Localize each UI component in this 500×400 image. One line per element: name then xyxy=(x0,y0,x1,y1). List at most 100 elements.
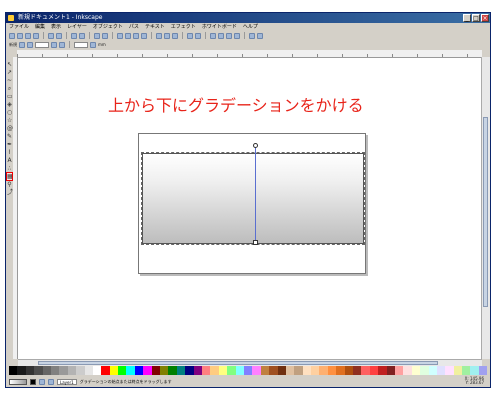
palette-swatch[interactable] xyxy=(260,366,270,375)
palette-swatch[interactable] xyxy=(462,366,471,375)
palette-swatch[interactable] xyxy=(353,366,362,375)
palette-swatch[interactable] xyxy=(17,366,26,375)
menu-edit[interactable]: 編集 xyxy=(35,23,45,31)
close-button[interactable]: × xyxy=(481,14,489,22)
zoom-tool-icon[interactable]: ⌕ xyxy=(7,85,12,92)
palette-swatch[interactable] xyxy=(252,366,261,375)
minimize-button[interactable]: _ xyxy=(463,14,471,22)
palette-swatch[interactable] xyxy=(67,366,77,375)
pen-tool-icon[interactable]: ✒ xyxy=(7,141,12,148)
horizontal-scroll-thumb[interactable] xyxy=(38,361,438,365)
layer-select[interactable]: Layer1 xyxy=(57,378,77,385)
zoom-selection-icon[interactable] xyxy=(117,32,123,39)
palette-swatch[interactable] xyxy=(25,366,35,375)
zoom-width-icon[interactable] xyxy=(141,32,147,39)
gradient-tool-icon[interactable]: ▦ xyxy=(6,172,13,181)
stroke-target-icon[interactable] xyxy=(59,41,65,48)
gradient-select[interactable] xyxy=(74,41,88,48)
palette-swatch[interactable] xyxy=(277,366,286,375)
palette-swatch[interactable] xyxy=(176,366,186,375)
x-field[interactable] xyxy=(35,41,49,48)
menu-whiteboard[interactable]: ホワイトボード xyxy=(202,23,237,31)
ellipse-tool-icon[interactable]: ○ xyxy=(7,109,12,116)
open-icon[interactable] xyxy=(17,32,23,39)
palette-swatch[interactable] xyxy=(394,366,404,375)
vertical-scrollbar[interactable] xyxy=(481,57,490,359)
palette-swatch[interactable] xyxy=(319,366,328,375)
redo-icon[interactable] xyxy=(79,32,85,39)
palette-swatch[interactable] xyxy=(420,366,429,375)
unlink-clone-icon[interactable] xyxy=(172,32,178,39)
horizontal-scrollbar[interactable] xyxy=(18,359,482,366)
palette-swatch[interactable] xyxy=(160,366,169,375)
tweak-tool-icon[interactable]: ~ xyxy=(7,77,12,84)
spray-tool-icon[interactable]: ∴ xyxy=(7,165,12,172)
print-icon[interactable] xyxy=(33,32,39,39)
menu-layer[interactable]: レイヤー xyxy=(67,23,87,31)
rect-tool-icon[interactable]: ▭ xyxy=(7,93,13,100)
palette-swatch[interactable] xyxy=(269,366,278,375)
palette-swatch[interactable] xyxy=(210,366,219,375)
palette-swatch[interactable] xyxy=(369,366,379,375)
palette-swatch[interactable] xyxy=(478,366,488,375)
fill-target-icon[interactable] xyxy=(51,41,57,48)
linear-gradient-icon[interactable] xyxy=(19,41,25,48)
palette-swatch[interactable] xyxy=(118,366,127,375)
ungroup-icon[interactable] xyxy=(195,32,201,39)
palette-swatch[interactable] xyxy=(327,366,337,375)
pencil-tool-icon[interactable]: ✎ xyxy=(7,133,12,140)
group-icon[interactable] xyxy=(187,32,193,39)
palette-swatch[interactable] xyxy=(218,366,228,375)
palette-swatch[interactable] xyxy=(227,366,236,375)
text-font-icon[interactable] xyxy=(218,32,224,39)
palette-swatch[interactable] xyxy=(42,366,51,375)
palette-swatch[interactable] xyxy=(445,366,454,375)
menu-path[interactable]: パス xyxy=(129,23,139,31)
calligraphy-tool-icon[interactable]: ⌇ xyxy=(7,149,12,156)
palette-swatch[interactable] xyxy=(76,366,85,375)
palette-swatch[interactable] xyxy=(311,366,320,375)
zoom-page-icon[interactable] xyxy=(133,32,139,39)
align-icon[interactable] xyxy=(234,32,240,39)
palette-swatch[interactable] xyxy=(453,366,463,375)
menu-view[interactable]: 表示 xyxy=(51,23,61,31)
palette-swatch[interactable] xyxy=(84,366,93,375)
star-tool-icon[interactable]: ☆ xyxy=(7,117,12,124)
menu-object[interactable]: オブジェクト xyxy=(93,23,123,31)
palette-swatch[interactable] xyxy=(126,366,135,375)
palette-swatch[interactable] xyxy=(101,366,110,375)
color-palette[interactable] xyxy=(9,366,488,375)
undo-icon[interactable] xyxy=(71,32,77,39)
palette-swatch[interactable] xyxy=(428,366,437,375)
palette-swatch[interactable] xyxy=(243,366,253,375)
node-tool-icon[interactable]: ↗ xyxy=(7,69,12,76)
fill-stroke-icon[interactable] xyxy=(210,32,216,39)
palette-swatch[interactable] xyxy=(470,366,479,375)
palette-swatch[interactable] xyxy=(193,366,202,375)
palette-swatch[interactable] xyxy=(403,366,412,375)
palette-swatch[interactable] xyxy=(143,366,152,375)
spiral-tool-icon[interactable]: @ xyxy=(7,125,13,132)
palette-swatch[interactable] xyxy=(168,366,177,375)
gradient-start-handle[interactable] xyxy=(253,143,258,148)
import-icon[interactable] xyxy=(48,32,54,39)
palette-swatch[interactable] xyxy=(294,366,303,375)
palette-swatch[interactable] xyxy=(235,366,244,375)
palette-swatch[interactable] xyxy=(436,366,446,375)
palette-swatch[interactable] xyxy=(185,366,194,375)
fill-swatch[interactable] xyxy=(9,378,27,385)
zoom-drawing-icon[interactable] xyxy=(125,32,131,39)
dropper-tool-icon[interactable]: ⚲ xyxy=(7,181,12,188)
palette-swatch[interactable] xyxy=(151,366,161,375)
text-tool-icon[interactable]: A xyxy=(7,157,12,164)
maximize-button[interactable]: □ xyxy=(472,14,480,22)
3dbox-tool-icon[interactable]: ◈ xyxy=(7,101,12,108)
gradient-rectangle[interactable] xyxy=(141,152,365,245)
palette-swatch[interactable] xyxy=(9,366,18,375)
layer-visibility-icon[interactable] xyxy=(39,378,45,385)
palette-swatch[interactable] xyxy=(92,366,102,375)
palette-swatch[interactable] xyxy=(59,366,68,375)
save-icon[interactable] xyxy=(25,32,31,39)
palette-swatch[interactable] xyxy=(386,366,395,375)
menu-help[interactable]: ヘルプ xyxy=(243,23,258,31)
